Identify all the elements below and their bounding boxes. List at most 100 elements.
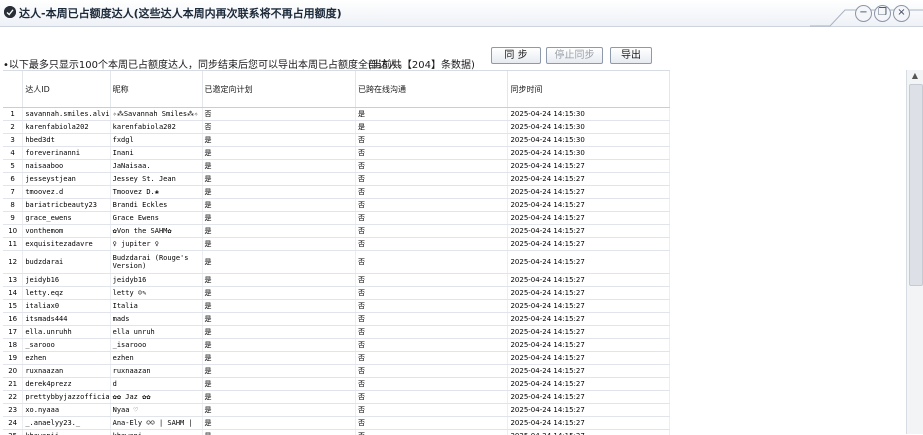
cell-row-index: 7 — [3, 186, 23, 199]
cell-online-chat: 否 — [356, 160, 508, 173]
cell-sync-time: 2025-04-24 14:15:27 — [508, 300, 670, 313]
table-row[interactable]: 19ezhenezhen是否2025-04-24 14:15:27 — [3, 352, 670, 365]
table-row[interactable]: 21derek4prezzd是否2025-04-24 14:15:27 — [3, 378, 670, 391]
sync-button[interactable]: 同 步 — [491, 47, 541, 64]
cell-nickname: Budzdarai (Rouge's Version) — [110, 251, 202, 274]
cell-row-index: 25 — [3, 430, 23, 435]
table-row[interactable]: 14letty.eqzletty ☺✎是否2025-04-24 14:15:27 — [3, 287, 670, 300]
export-button[interactable]: 导出 — [610, 47, 652, 64]
table-row[interactable]: 18_sarooo_isarooo是否2025-04-24 14:15:27 — [3, 339, 670, 352]
column-header-index[interactable] — [3, 71, 23, 108]
table-row[interactable]: 3hbed3dtfxdgl是否2025-04-24 14:15:30 — [3, 134, 670, 147]
table-row[interactable]: 9grace_ewensGrace Ewens是否2025-04-24 14:1… — [3, 212, 670, 225]
table-row[interactable]: 12budzdaraiBudzdarai (Rouge's Version)是否… — [3, 251, 670, 274]
scroll-up-icon[interactable]: ▲ — [907, 70, 923, 82]
cell-online-chat: 否 — [356, 300, 508, 313]
cell-row-index: 15 — [3, 300, 23, 313]
table-row[interactable]: 13jeidyb16jeidyb16是否2025-04-24 14:15:27 — [3, 274, 670, 287]
cell-creator-id: savannah.smiles.alvi — [23, 108, 110, 121]
table-row[interactable]: 11exquisitezadavre♀ jupiter ♀是否2025-04-2… — [3, 238, 670, 251]
column-header-nickname[interactable]: 昵称 — [110, 71, 202, 108]
cell-invited-plan: 是 — [202, 339, 355, 352]
table-row[interactable]: 16itsmads444mads是否2025-04-24 14:15:27 — [3, 313, 670, 326]
cell-sync-time: 2025-04-24 14:15:27 — [508, 430, 670, 435]
cell-invited-plan: 是 — [202, 313, 355, 326]
cell-creator-id: derek4prezz — [23, 378, 110, 391]
table-row[interactable]: 17ella.unruhhella unruh是否2025-04-24 14:1… — [3, 326, 670, 339]
cell-invited-plan: 是 — [202, 404, 355, 417]
cell-creator-id: karenfabiola202 — [23, 121, 110, 134]
cell-row-index: 19 — [3, 352, 23, 365]
cell-online-chat: 否 — [356, 352, 508, 365]
cell-invited-plan: 是 — [202, 417, 355, 430]
table-row[interactable]: 7tmoovez.dTmoovez D.❀是否2025-04-24 14:15:… — [3, 186, 670, 199]
table-row[interactable]: 23xo.nyaaaNyaa ♡是否2025-04-24 14:15:27 — [3, 404, 670, 417]
cell-row-index: 1 — [3, 108, 23, 121]
cell-online-chat: 否 — [356, 391, 508, 404]
table-row[interactable]: 1savannah.smiles.alvi✧⁂Savannah Smiles⁂✧… — [3, 108, 670, 121]
column-header-invited-plan[interactable]: 已邀定向计划 — [202, 71, 355, 108]
window-title: 达人-本周已占额度达人(这些达人本周内再次联系将不再占用额度) — [19, 5, 342, 21]
table-row[interactable]: 20ruxnaazanruxnaazan是否2025-04-24 14:15:2… — [3, 365, 670, 378]
column-header-sync-time[interactable]: 同步时间 — [508, 71, 670, 108]
cell-online-chat: 否 — [356, 212, 508, 225]
cell-online-chat: 否 — [356, 404, 508, 417]
table-row[interactable]: 6jesseystjeanJessey St. Jean是否2025-04-24… — [3, 173, 670, 186]
cell-invited-plan: 是 — [202, 378, 355, 391]
cell-sync-time: 2025-04-24 14:15:27 — [508, 238, 670, 251]
cell-row-index: 14 — [3, 287, 23, 300]
cell-online-chat: 否 — [356, 238, 508, 251]
cell-online-chat: 否 — [356, 365, 508, 378]
cell-sync-time: 2025-04-24 14:15:27 — [508, 173, 670, 186]
cell-nickname: ✿Von the SAHM✿ — [110, 225, 202, 238]
column-header-online-chat[interactable]: 已跨在线沟通 — [356, 71, 508, 108]
table-row[interactable]: 25khawaniikhawani是否2025-04-24 14:15:27 — [3, 430, 670, 435]
cell-nickname: ♀ jupiter ♀ — [110, 238, 202, 251]
cell-row-index: 18 — [3, 339, 23, 352]
restore-button[interactable]: ❐ — [874, 5, 891, 22]
cell-sync-time: 2025-04-24 14:15:27 — [508, 225, 670, 238]
cell-online-chat: 是 — [356, 121, 508, 134]
cell-sync-time: 2025-04-24 14:15:30 — [508, 134, 670, 147]
cell-row-index: 23 — [3, 404, 23, 417]
cell-sync-time: 2025-04-24 14:15:27 — [508, 417, 670, 430]
cell-sync-time: 2025-04-24 14:15:27 — [508, 313, 670, 326]
cell-row-index: 20 — [3, 365, 23, 378]
table-row[interactable]: 24_.anaelyy23._Ana-Ely ☺☺ | SAHM |是否2025… — [3, 417, 670, 430]
cell-online-chat: 是 — [356, 108, 508, 121]
table-row[interactable]: 10vonthemom✿Von the SAHM✿是否2025-04-24 14… — [3, 225, 670, 238]
table-row[interactable]: 2karenfabiola202karenfabiola202否是2025-04… — [3, 121, 670, 134]
column-header-id[interactable]: 达人ID — [23, 71, 110, 108]
vertical-scrollbar[interactable]: ▲ — [906, 70, 923, 434]
cell-nickname: khawani — [110, 430, 202, 435]
cell-creator-id: prettybbyjazzofficia — [23, 391, 110, 404]
table-row[interactable]: 15italiax0Italia是否2025-04-24 14:15:27 — [3, 300, 670, 313]
cell-row-index: 24 — [3, 417, 23, 430]
cell-invited-plan: 是 — [202, 160, 355, 173]
cell-nickname: ruxnaazan — [110, 365, 202, 378]
table-row[interactable]: 4foreverinanniInani是否2025-04-24 14:15:30 — [3, 147, 670, 160]
cell-invited-plan: 是 — [202, 300, 355, 313]
cell-sync-time: 2025-04-24 14:15:30 — [508, 147, 670, 160]
cell-invited-plan: 否 — [202, 108, 355, 121]
table-row[interactable]: 22prettybbyjazzofficia✿✿ Jaz ✿✿是否2025-04… — [3, 391, 670, 404]
cell-invited-plan: 是 — [202, 365, 355, 378]
minimize-button[interactable]: − — [855, 5, 872, 22]
cell-row-index: 12 — [3, 251, 23, 274]
table-row[interactable]: 5naisaabooJaNaisaa.是否2025-04-24 14:15:27 — [3, 160, 670, 173]
cell-creator-id: _.anaelyy23._ — [23, 417, 110, 430]
cell-nickname: d — [110, 378, 202, 391]
cell-creator-id: tmoovez.d — [23, 186, 110, 199]
cell-nickname: Nyaa ♡ — [110, 404, 202, 417]
stop-sync-button[interactable]: 停止同步 — [546, 47, 603, 64]
table-row[interactable]: 8bariatricbeauty23Brandi Eckles是否2025-04… — [3, 199, 670, 212]
cell-invited-plan: 是 — [202, 352, 355, 365]
close-button[interactable]: × — [893, 5, 910, 22]
cell-nickname: Grace Ewens — [110, 212, 202, 225]
scrollbar-thumb[interactable] — [909, 84, 923, 286]
cell-nickname: Brandi Eckles — [110, 199, 202, 212]
cell-creator-id: xo.nyaaa — [23, 404, 110, 417]
cell-online-chat: 否 — [356, 186, 508, 199]
cell-nickname: mads — [110, 313, 202, 326]
cell-online-chat: 否 — [356, 274, 508, 287]
